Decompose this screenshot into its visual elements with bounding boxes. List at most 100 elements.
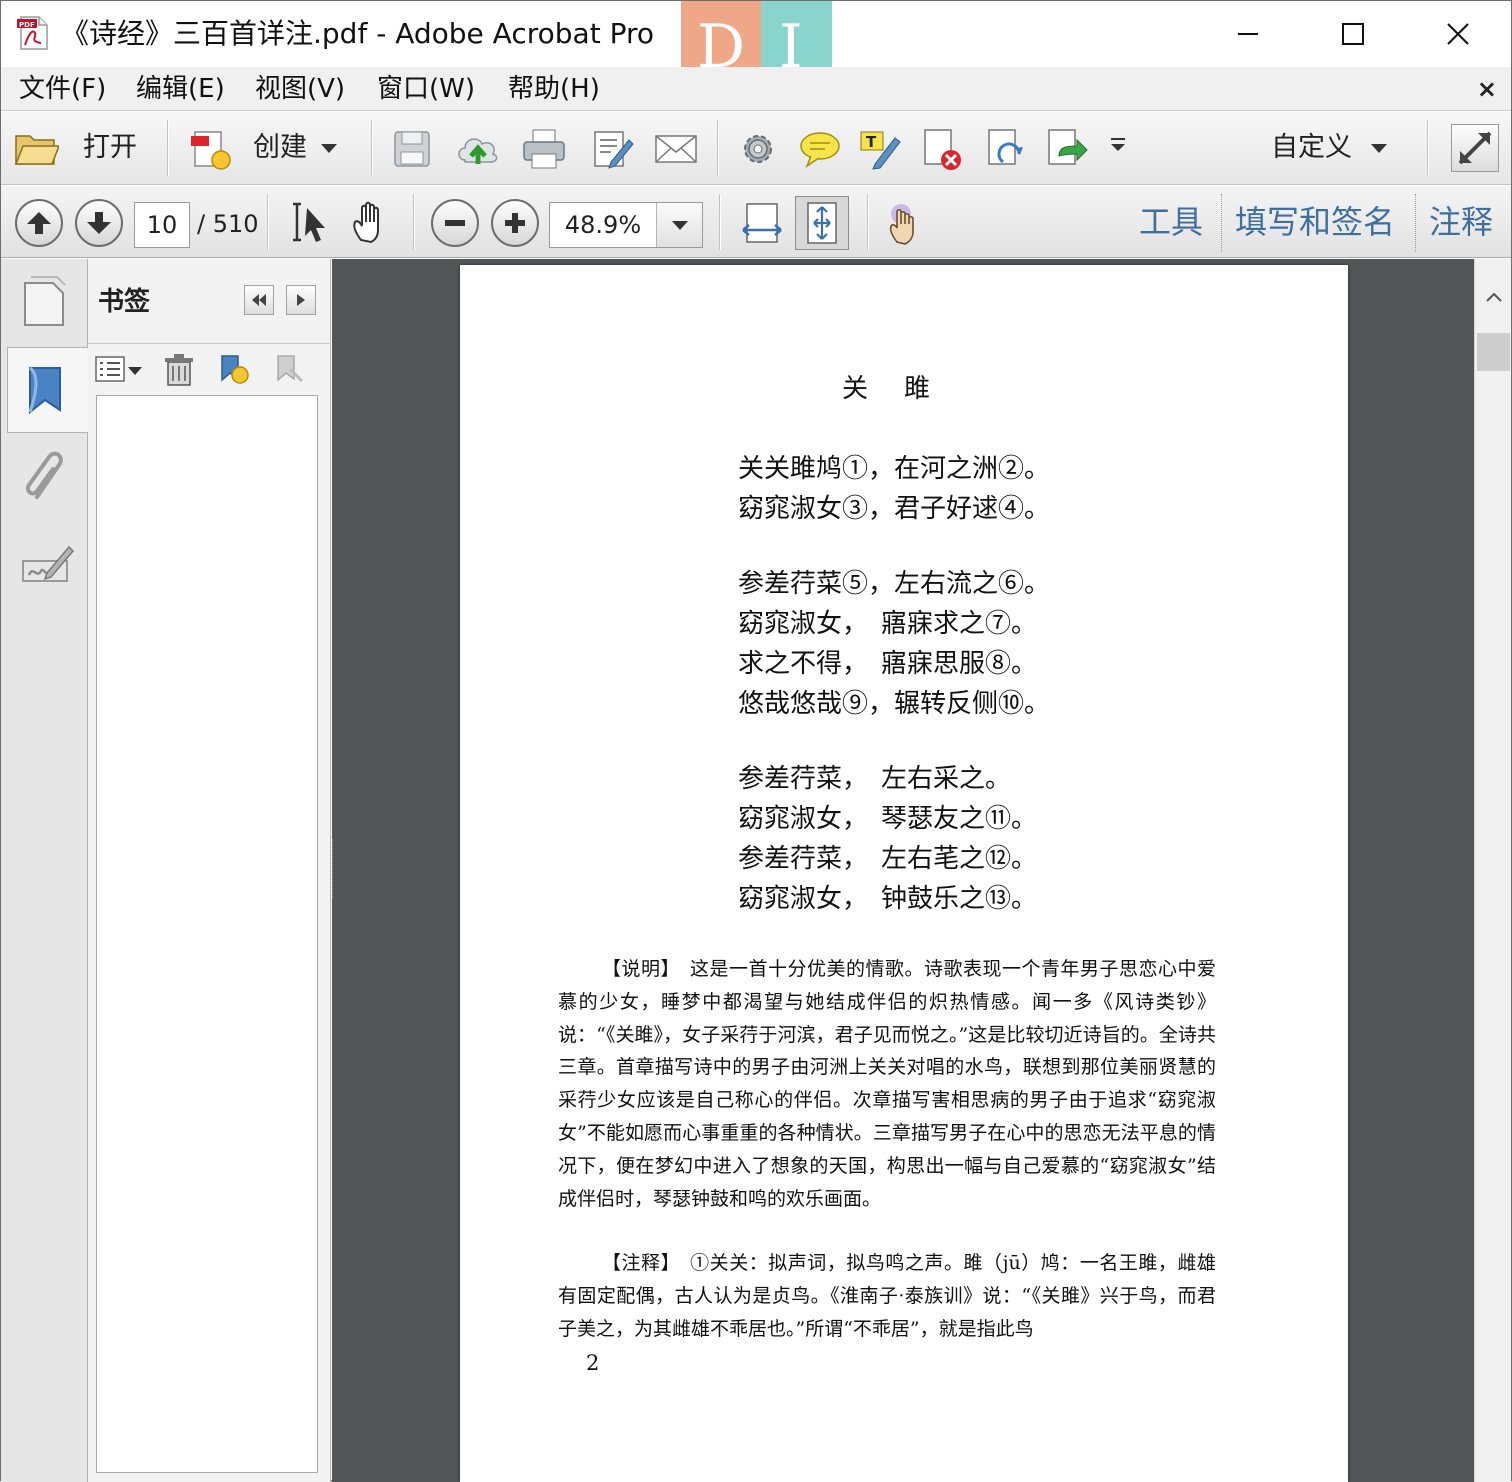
window-title: 《诗经》三百首详注.pdf - Adobe Acrobat Pro xyxy=(61,17,654,50)
maximize-icon xyxy=(1341,23,1364,45)
more-tools-chevron-icon[interactable] xyxy=(1111,144,1125,151)
email-icon[interactable] xyxy=(653,126,699,172)
panel-splitter[interactable] xyxy=(332,839,336,899)
double-chevron-left-icon xyxy=(252,294,266,306)
cloud-upload-icon[interactable] xyxy=(455,126,501,172)
zoom-out-button[interactable] xyxy=(431,199,479,247)
zoom-value[interactable]: 48.9% xyxy=(550,203,656,247)
scroll-thumb[interactable] xyxy=(1477,333,1510,371)
page-thumbnails-tab[interactable] xyxy=(7,259,88,345)
poem-line: 窈窕淑女， 钟鼓乐之⑬。 xyxy=(738,884,1038,914)
menu-edit[interactable]: 编辑(E) xyxy=(136,71,225,107)
close-window-button[interactable] xyxy=(1405,1,1510,67)
zoom-dropdown-button[interactable] xyxy=(656,203,702,247)
previous-page-button[interactable] xyxy=(15,199,63,247)
bookmark-from-selection-icon[interactable] xyxy=(272,353,306,387)
bookmark-options-icon[interactable] xyxy=(94,353,146,387)
poem-title: 关雎 xyxy=(841,374,966,404)
highlight-text-icon[interactable]: T xyxy=(857,126,903,172)
select-cursor-icon[interactable] xyxy=(289,200,329,246)
comment-pane-link[interactable]: 注释 xyxy=(1429,202,1493,242)
create-button[interactable]: 创建 xyxy=(253,130,307,166)
chevron-up-icon xyxy=(1485,292,1502,302)
expand-icon xyxy=(1458,131,1492,165)
navigation-toolbar: 10 / 510 48.9% 工具 填写和签名 注释 xyxy=(1,186,1511,258)
signatures-tab[interactable] xyxy=(7,521,88,607)
bookmarks-tab[interactable] xyxy=(7,347,88,433)
trash-icon[interactable] xyxy=(162,353,196,387)
close-document-button[interactable]: × xyxy=(1477,75,1497,103)
poem-line: 悠哉悠哉⑨，辗转反侧⑩。 xyxy=(738,689,1051,719)
pdf-page: 关雎 关关雎鸠①，在河之洲②。 窈窕淑女③，君子好逑④。 参差荇菜⑤，左右流之⑥… xyxy=(460,265,1348,1482)
edit-document-icon[interactable] xyxy=(589,126,635,172)
create-pdf-icon[interactable] xyxy=(187,126,233,172)
new-bookmark-icon[interactable] xyxy=(216,353,250,387)
panel-title: 书签 xyxy=(98,287,151,317)
fit-width-icon[interactable] xyxy=(739,200,785,246)
acrobat-window: PDF 《诗经》三百首详注.pdf - Adobe Acrobat Pro D … xyxy=(0,0,1512,1482)
bookmark-ribbon-icon xyxy=(28,366,61,415)
fit-page-button[interactable] xyxy=(795,196,849,250)
attachments-tab[interactable] xyxy=(7,435,88,521)
poem-line: 关关雎鸠①，在河之洲②。 xyxy=(738,454,1051,484)
menu-window[interactable]: 窗口(W) xyxy=(377,71,475,107)
title-bar: PDF 《诗经》三百首详注.pdf - Adobe Acrobat Pro D … xyxy=(1,1,1511,93)
notes-paragraph: 【注释】 ①关关：拟声词，拟鸟鸣之声。雎（jū）鸠：一名王雎，雌雄有固定配偶，古… xyxy=(558,1252,1216,1340)
menu-help[interactable]: 帮助(H) xyxy=(508,71,600,107)
collapse-panel-button[interactable] xyxy=(244,285,274,315)
svg-text:PDF: PDF xyxy=(19,21,35,29)
poem-line: 参差荇菜， 左右芼之⑫。 xyxy=(738,844,1038,874)
fill-sign-pane-link[interactable]: 填写和签名 xyxy=(1235,202,1395,242)
create-chevron-icon[interactable] xyxy=(321,144,337,153)
close-icon xyxy=(1446,23,1469,45)
customize-chevron-icon[interactable] xyxy=(1371,144,1387,153)
rotate-pages-icon[interactable] xyxy=(983,126,1029,172)
next-page-button[interactable] xyxy=(75,199,123,247)
open-folder-icon[interactable] xyxy=(13,126,59,172)
poem-line: 窈窕淑女， 琴瑟友之⑪。 xyxy=(738,804,1038,834)
pdf-file-icon: PDF xyxy=(17,16,48,50)
vertical-scrollbar[interactable] xyxy=(1474,259,1511,1482)
gear-icon[interactable] xyxy=(735,126,781,172)
poem-line: 窈窕淑女， 寤寐求之⑦。 xyxy=(738,609,1038,639)
minus-icon xyxy=(445,220,465,226)
extract-pages-icon[interactable] xyxy=(1043,126,1089,172)
minimize-icon xyxy=(1237,33,1258,35)
menu-view[interactable]: 视图(V) xyxy=(255,71,345,107)
poem-line: 参差荇菜⑤，左右流之⑥。 xyxy=(738,569,1051,599)
arrow-down-icon xyxy=(87,212,111,234)
scroll-up-button[interactable] xyxy=(1475,277,1512,317)
plus-icon xyxy=(505,213,525,233)
menu-file[interactable]: 文件(F) xyxy=(19,71,106,107)
expand-view-button[interactable] xyxy=(1451,124,1499,172)
panel-options-button[interactable] xyxy=(286,285,316,315)
minimize-button[interactable] xyxy=(1195,1,1300,67)
open-button[interactable]: 打开 xyxy=(83,130,137,166)
printed-page-number: 2 xyxy=(586,1351,600,1375)
print-icon[interactable] xyxy=(521,126,567,172)
navigation-rail xyxy=(1,259,88,1482)
tools-pane-link[interactable]: 工具 xyxy=(1139,202,1203,242)
maximize-button[interactable] xyxy=(1300,1,1405,67)
menu-bar: 文件(F) 编辑(E) 视图(V) 窗口(W) 帮助(H) × xyxy=(1,67,1511,111)
save-disk-icon[interactable] xyxy=(389,126,435,172)
poem-line: 参差荇菜， 左右采之。 xyxy=(738,764,1012,794)
chevron-right-icon xyxy=(297,294,305,306)
touch-read-mode-icon[interactable] xyxy=(883,200,927,246)
zoom-level-select[interactable]: 48.9% xyxy=(549,202,703,248)
customize-button[interactable]: 自定义 xyxy=(1271,130,1352,166)
zoom-chevron-down-icon xyxy=(672,221,688,230)
poem-line: 窈窕淑女③，君子好逑④。 xyxy=(738,494,1051,524)
page-number-input[interactable]: 10 xyxy=(134,202,190,248)
page-thumbnails-icon xyxy=(24,276,66,326)
bookmarks-panel: 书签 xyxy=(88,259,331,1482)
svg-text:T: T xyxy=(866,133,877,151)
hand-tool-icon[interactable] xyxy=(349,200,393,246)
delete-page-icon[interactable] xyxy=(919,126,965,172)
comment-bubble-icon[interactable] xyxy=(797,126,843,172)
main-toolbar: 打开 创建 T 自定义 xyxy=(1,112,1511,185)
fit-page-icon xyxy=(807,202,837,244)
zoom-in-button[interactable] xyxy=(491,199,539,247)
bookmark-list[interactable] xyxy=(96,395,318,1473)
document-viewport[interactable]: 关雎 关关雎鸠①，在河之洲②。 窈窕淑女③，君子好逑④。 参差荇菜⑤，左右流之⑥… xyxy=(332,259,1474,1482)
